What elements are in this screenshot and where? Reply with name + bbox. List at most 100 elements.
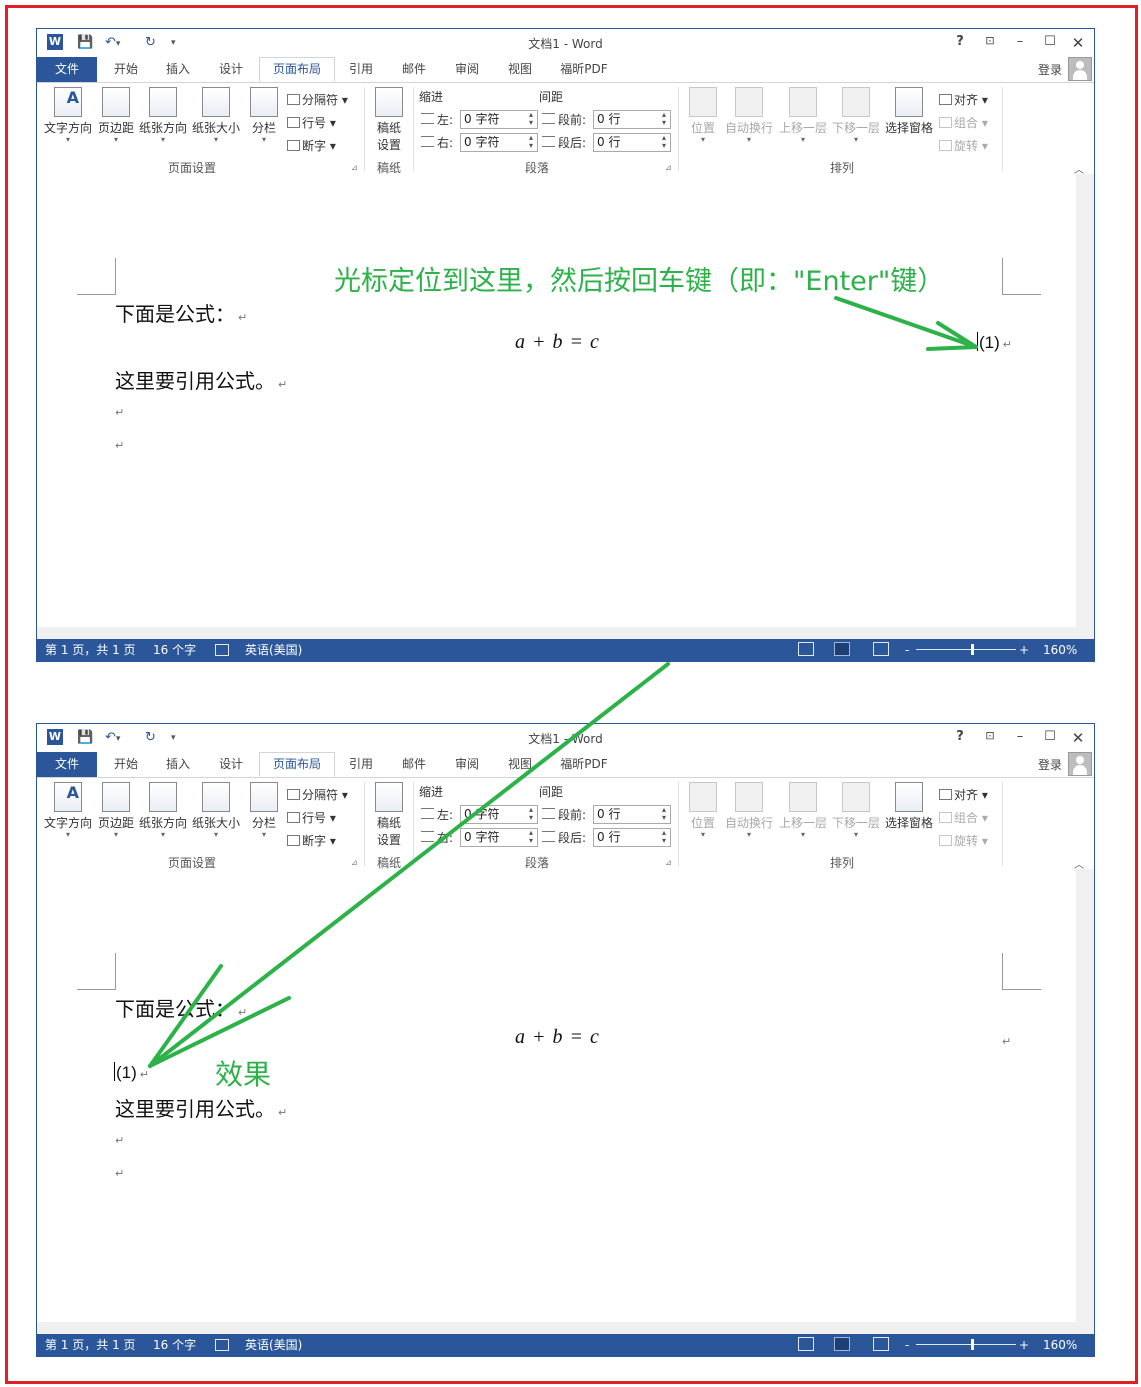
orientation-button[interactable]: 纸张方向 ▾ — [138, 782, 188, 839]
tab-view[interactable]: 视图 — [499, 752, 541, 777]
zoom-slider-thumb[interactable] — [971, 644, 974, 655]
close-button[interactable]: ✕ — [1068, 34, 1088, 52]
empty-paragraph[interactable]: ↵ — [115, 1167, 124, 1180]
equation-number[interactable]: (1) ↵ — [114, 1062, 149, 1083]
line-numbers-button[interactable]: 行号 ▾ — [287, 114, 336, 131]
breaks-button[interactable]: 分隔符 ▾ — [287, 91, 348, 108]
orientation-button[interactable]: 纸张方向 ▾ — [138, 87, 188, 144]
word-count[interactable]: 16 个字 — [153, 639, 196, 661]
equation-number[interactable]: (1) ↵ — [977, 332, 1012, 353]
tab-foxit-pdf[interactable]: 福昕PDF — [553, 752, 615, 777]
spacing-before-input[interactable]: 0 行 — [593, 110, 671, 129]
line-numbers-button[interactable]: 行号 ▾ — [287, 809, 336, 826]
user-avatar[interactable] — [1068, 57, 1092, 81]
zoom-in-button[interactable]: + — [1019, 639, 1029, 661]
zoom-in-button[interactable]: + — [1019, 1334, 1029, 1356]
equation[interactable]: a + b = c — [515, 1026, 600, 1049]
login-link[interactable]: 登录 — [1038, 756, 1062, 773]
send-backward-button[interactable]: 下移一层 ▾ — [830, 87, 882, 144]
word-count[interactable]: 16 个字 — [153, 1334, 196, 1356]
tab-references[interactable]: 引用 — [340, 57, 382, 82]
draft-setup-button[interactable]: 稿纸 设置 — [371, 782, 407, 848]
ribbon-display-options-button[interactable]: ⊡ — [980, 34, 1000, 47]
position-button[interactable]: 位置 ▾ — [685, 782, 721, 839]
columns-button[interactable]: 分栏 ▾ — [247, 782, 281, 839]
paragraph-launcher-icon[interactable]: ⊿ — [665, 163, 672, 172]
zoom-out-button[interactable]: - — [905, 1334, 909, 1356]
tab-home[interactable]: 开始 — [105, 57, 147, 82]
group-button[interactable]: 组合 ▾ — [939, 809, 988, 826]
selection-pane-button[interactable]: 选择窗格 — [883, 87, 935, 136]
text-direction-button[interactable]: 文字方向▾ — [43, 87, 93, 144]
tab-page-layout[interactable]: 页面布局 — [259, 57, 335, 82]
read-mode-icon[interactable] — [798, 642, 814, 656]
bring-forward-button[interactable]: 上移一层 ▾ — [777, 782, 829, 839]
print-layout-icon[interactable] — [834, 642, 850, 656]
tab-page-layout[interactable]: 页面布局 — [259, 752, 335, 777]
language[interactable]: 英语(美国) — [245, 639, 302, 661]
page-count[interactable]: 第 1 页，共 1 页 — [45, 1334, 136, 1356]
paragraph-launcher-icon[interactable]: ⊿ — [665, 858, 672, 867]
empty-paragraph[interactable]: ↵ — [115, 406, 124, 419]
breaks-button[interactable]: 分隔符 ▾ — [287, 786, 348, 803]
tab-view[interactable]: 视图 — [499, 57, 541, 82]
indent-left-input[interactable]: 0 字符 — [460, 805, 538, 824]
tab-file[interactable]: 文件 — [37, 57, 97, 82]
ribbon-display-options-button[interactable]: ⊡ — [980, 729, 1000, 742]
bring-forward-button[interactable]: 上移一层 ▾ — [777, 87, 829, 144]
spacing-after-input[interactable]: 0 行 — [593, 828, 671, 847]
empty-paragraph[interactable]: ↵ — [115, 1134, 124, 1147]
doc-line-reference[interactable]: 这里要引用公式。 ↵ — [115, 365, 287, 394]
web-layout-icon[interactable] — [873, 642, 889, 656]
align-button[interactable]: 对齐 ▾ — [939, 91, 988, 108]
selection-pane-button[interactable]: 选择窗格 — [883, 782, 935, 831]
zoom-level[interactable]: 160% — [1043, 1334, 1077, 1356]
minimize-button[interactable]: – — [1010, 729, 1030, 744]
close-button[interactable]: ✕ — [1068, 729, 1088, 747]
help-button[interactable]: ? — [950, 729, 970, 744]
indent-right-input[interactable]: 0 字符 — [460, 133, 538, 152]
margins-button[interactable]: 页边距 ▾ — [96, 782, 136, 839]
page-count[interactable]: 第 1 页，共 1 页 — [45, 639, 136, 661]
tab-file[interactable]: 文件 — [37, 752, 97, 777]
tab-insert[interactable]: 插入 — [157, 57, 199, 82]
rotate-button[interactable]: 旋转 ▾ — [939, 137, 988, 154]
tab-insert[interactable]: 插入 — [157, 752, 199, 777]
doc-line-reference[interactable]: 这里要引用公式。 ↵ — [115, 1093, 287, 1122]
zoom-slider[interactable] — [916, 1344, 1016, 1345]
zoom-slider-thumb[interactable] — [971, 1339, 974, 1350]
proofing-icon[interactable] — [215, 1339, 229, 1351]
help-button[interactable]: ? — [950, 34, 970, 49]
text-direction-button[interactable]: 文字方向▾ — [43, 782, 93, 839]
web-layout-icon[interactable] — [873, 1337, 889, 1351]
login-link[interactable]: 登录 — [1038, 61, 1062, 78]
equation[interactable]: a + b = c — [515, 331, 600, 354]
hyphenation-button[interactable]: 断字 ▾ — [287, 832, 336, 849]
empty-paragraph[interactable]: ↵ — [115, 439, 124, 452]
position-button[interactable]: 位置 ▾ — [685, 87, 721, 144]
size-button[interactable]: 纸张大小 ▾ — [191, 87, 241, 144]
zoom-level[interactable]: 160% — [1043, 639, 1077, 661]
page-setup-launcher-icon[interactable]: ⊿ — [351, 163, 358, 172]
document-area[interactable]: 下面是公式： ↵ a + b = c ↵ (1) ↵ 这里要引用公式。 ↵ ↵ ↵ — [37, 869, 1094, 1336]
size-button[interactable]: 纸张大小 ▾ — [191, 782, 241, 839]
hyphenation-button[interactable]: 断字 ▾ — [287, 137, 336, 154]
proofing-icon[interactable] — [215, 644, 229, 656]
tab-mailings[interactable]: 邮件 — [393, 752, 435, 777]
doc-line-formula-intro[interactable]: 下面是公式： ↵ — [115, 993, 247, 1022]
zoom-out-button[interactable]: - — [905, 639, 909, 661]
vertical-scroll-gutter[interactable] — [1076, 174, 1094, 641]
margins-button[interactable]: 页边距 ▾ — [96, 87, 136, 144]
doc-line-formula-intro[interactable]: 下面是公式： ↵ — [115, 298, 247, 327]
document-area[interactable]: 下面是公式： ↵ a + b = c (1) ↵ 这里要引用公式。 ↵ ↵ ↵ — [37, 174, 1094, 641]
print-layout-icon[interactable] — [834, 1337, 850, 1351]
tab-references[interactable]: 引用 — [340, 752, 382, 777]
spacing-before-input[interactable]: 0 行 — [593, 805, 671, 824]
maximize-button[interactable]: ☐ — [1040, 34, 1060, 49]
tab-design[interactable]: 设计 — [210, 57, 252, 82]
spacing-after-input[interactable]: 0 行 — [593, 133, 671, 152]
send-backward-button[interactable]: 下移一层 ▾ — [830, 782, 882, 839]
page-setup-launcher-icon[interactable]: ⊿ — [351, 858, 358, 867]
align-button[interactable]: 对齐 ▾ — [939, 786, 988, 803]
read-mode-icon[interactable] — [798, 1337, 814, 1351]
